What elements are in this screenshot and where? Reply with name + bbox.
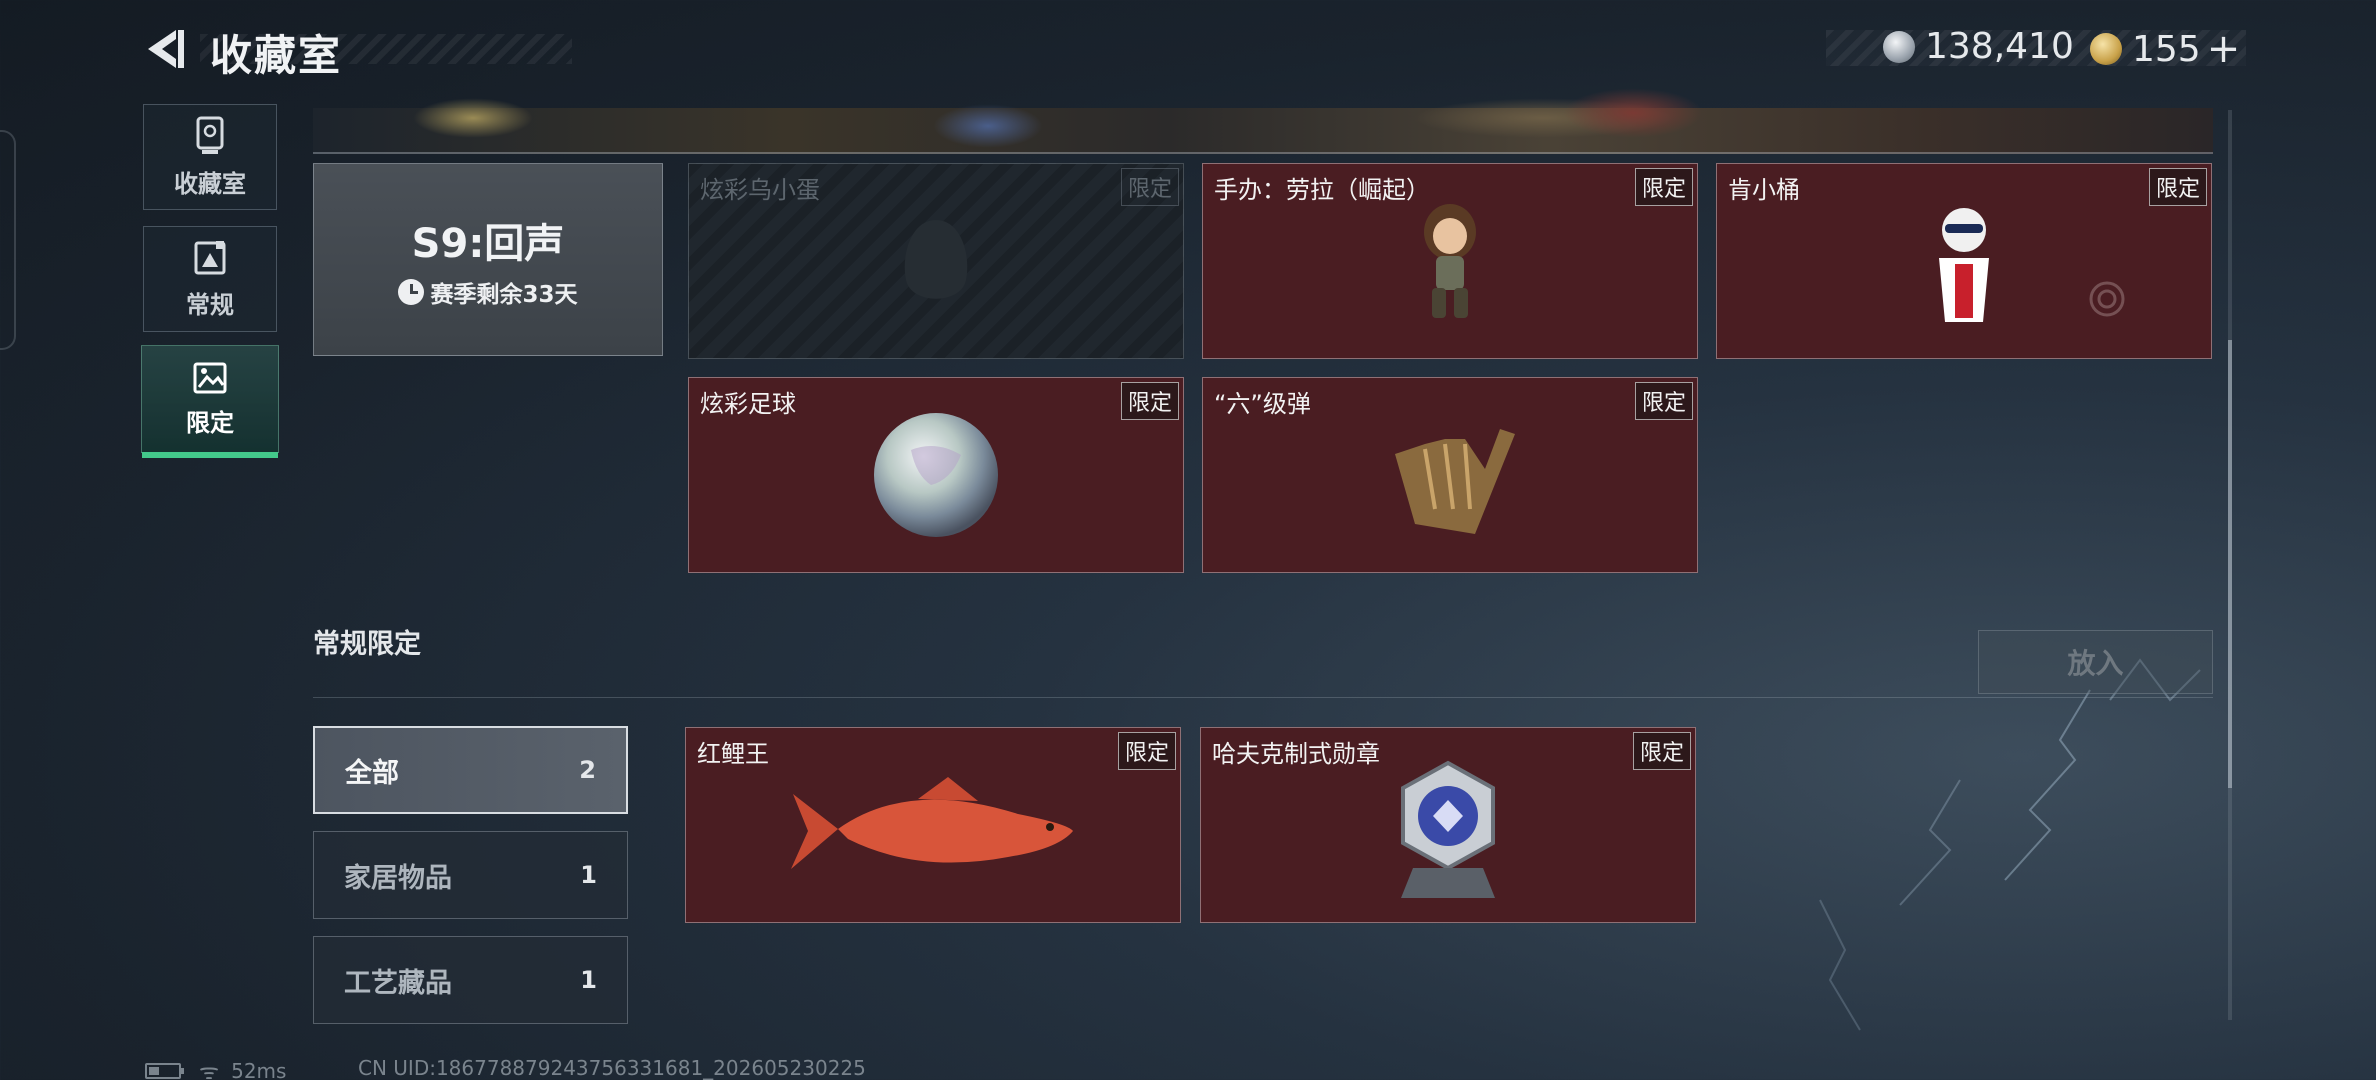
silver-currency: 138,410 bbox=[1883, 26, 2074, 67]
page-title: 收藏室 bbox=[210, 31, 343, 80]
filter-label: 家居物品 bbox=[344, 862, 452, 894]
season-card: S9:回声 赛季剩余33天 bbox=[313, 163, 663, 356]
filter-count: 1 bbox=[580, 861, 597, 889]
edge-handle bbox=[0, 130, 16, 350]
gold-currency: 155 + bbox=[2090, 26, 2240, 72]
sidebar-item-regular[interactable]: 常规 bbox=[143, 226, 277, 332]
limited-badge: 限定 bbox=[1634, 168, 1693, 206]
bullet-hand-icon bbox=[1395, 428, 1515, 534]
filter-count: 1 bbox=[580, 966, 597, 994]
filter-craft-items[interactable]: 工艺藏品 1 bbox=[313, 936, 628, 1024]
target-reticle-icon bbox=[2089, 281, 2125, 317]
item-card-lara-figure[interactable]: 手办：劳拉（崛起） 限定 bbox=[1202, 163, 1698, 359]
season-banner bbox=[313, 88, 2213, 154]
place-button[interactable]: 放入 bbox=[1978, 630, 2213, 694]
status-uid: CN UID:186778879243756331681_20260523022… bbox=[358, 1056, 866, 1080]
filter-home-items[interactable]: 家居物品 1 bbox=[313, 831, 628, 919]
limited-badge: 限定 bbox=[1634, 382, 1693, 420]
gold-coin-icon bbox=[2090, 33, 2122, 65]
item-card-red-carp[interactable]: 红鲤王 限定 bbox=[685, 727, 1181, 923]
item-card-kfc-bucket[interactable]: 肯小桶 限定 bbox=[1716, 163, 2212, 359]
kfc-bucket-figure-icon bbox=[1939, 207, 1989, 322]
image-icon bbox=[193, 362, 227, 393]
status-network: ᯤ 52ms bbox=[145, 1056, 286, 1080]
limited-badge: 限定 bbox=[1632, 732, 1691, 770]
clock-icon bbox=[398, 278, 425, 305]
football-icon bbox=[874, 413, 998, 537]
item-name: 哈夫克制式勋章 bbox=[1212, 740, 1380, 768]
locked-item-silhouette-icon bbox=[904, 219, 968, 299]
uid-text: CN UID:186778879243756331681_20260523022… bbox=[358, 1056, 866, 1080]
sidebar-item-label: 常规 bbox=[186, 290, 234, 319]
season-title: S9:回声 bbox=[411, 220, 565, 267]
item-name: 炫彩足球 bbox=[700, 390, 796, 418]
silver-currency-value: 138,410 bbox=[1925, 26, 2074, 67]
limited-badge: 限定 bbox=[1120, 382, 1179, 420]
filter-count: 2 bbox=[579, 756, 596, 784]
item-name: 肯小桶 bbox=[1728, 176, 1800, 204]
item-name: “六”级弹 bbox=[1214, 390, 1311, 418]
back-arrow-icon[interactable] bbox=[140, 26, 190, 72]
medal-icon bbox=[1401, 760, 1495, 898]
red-carp-icon bbox=[791, 776, 1073, 869]
sidebar-item-label: 收藏室 bbox=[174, 169, 246, 198]
item-card-grade-six-bullet[interactable]: “六”级弹 限定 bbox=[1202, 377, 1698, 573]
gallery-icon bbox=[194, 240, 226, 274]
season-remaining-text: 赛季剩余33天 bbox=[430, 281, 578, 308]
scrollbar-thumb[interactable] bbox=[2228, 340, 2232, 788]
limited-badge: 限定 bbox=[2148, 168, 2207, 206]
gold-currency-value: 155 bbox=[2132, 28, 2201, 70]
section-title-regular-limited: 常规限定 bbox=[313, 629, 421, 660]
sidebar-item-limited[interactable]: 限定 bbox=[141, 345, 279, 458]
ping-text: 52ms bbox=[231, 1059, 287, 1080]
item-card-haavk-medal[interactable]: 哈夫克制式勋章 限定 bbox=[1200, 727, 1696, 923]
item-name: 红鲤王 bbox=[697, 740, 769, 768]
sidebar-item-collection[interactable]: 收藏室 bbox=[143, 104, 277, 210]
item-card-colorful-football[interactable]: 炫彩足球 限定 bbox=[688, 377, 1184, 573]
season-remaining: 赛季剩余33天 bbox=[398, 275, 578, 309]
item-name: 炫彩乌小蛋 bbox=[700, 176, 820, 204]
trophy-icon bbox=[196, 116, 224, 154]
lara-figure-icon bbox=[1424, 203, 1476, 318]
wifi-icon: ᯤ bbox=[199, 1060, 220, 1080]
filter-label: 全部 bbox=[345, 757, 399, 789]
add-currency-plus-icon[interactable]: + bbox=[2207, 26, 2241, 72]
silver-coin-icon bbox=[1883, 30, 1915, 63]
limited-badge: 限定 bbox=[1120, 168, 1179, 206]
filter-all[interactable]: 全部 2 bbox=[313, 726, 628, 814]
limited-badge: 限定 bbox=[1117, 732, 1176, 770]
item-card-colorful-egg[interactable]: 炫彩乌小蛋 限定 bbox=[688, 163, 1184, 359]
item-name: 手办：劳拉（崛起） bbox=[1214, 176, 1430, 204]
section-divider bbox=[313, 697, 2213, 698]
filter-label: 工艺藏品 bbox=[344, 967, 452, 999]
battery-icon bbox=[145, 1063, 184, 1079]
sidebar-item-label: 限定 bbox=[186, 408, 234, 437]
